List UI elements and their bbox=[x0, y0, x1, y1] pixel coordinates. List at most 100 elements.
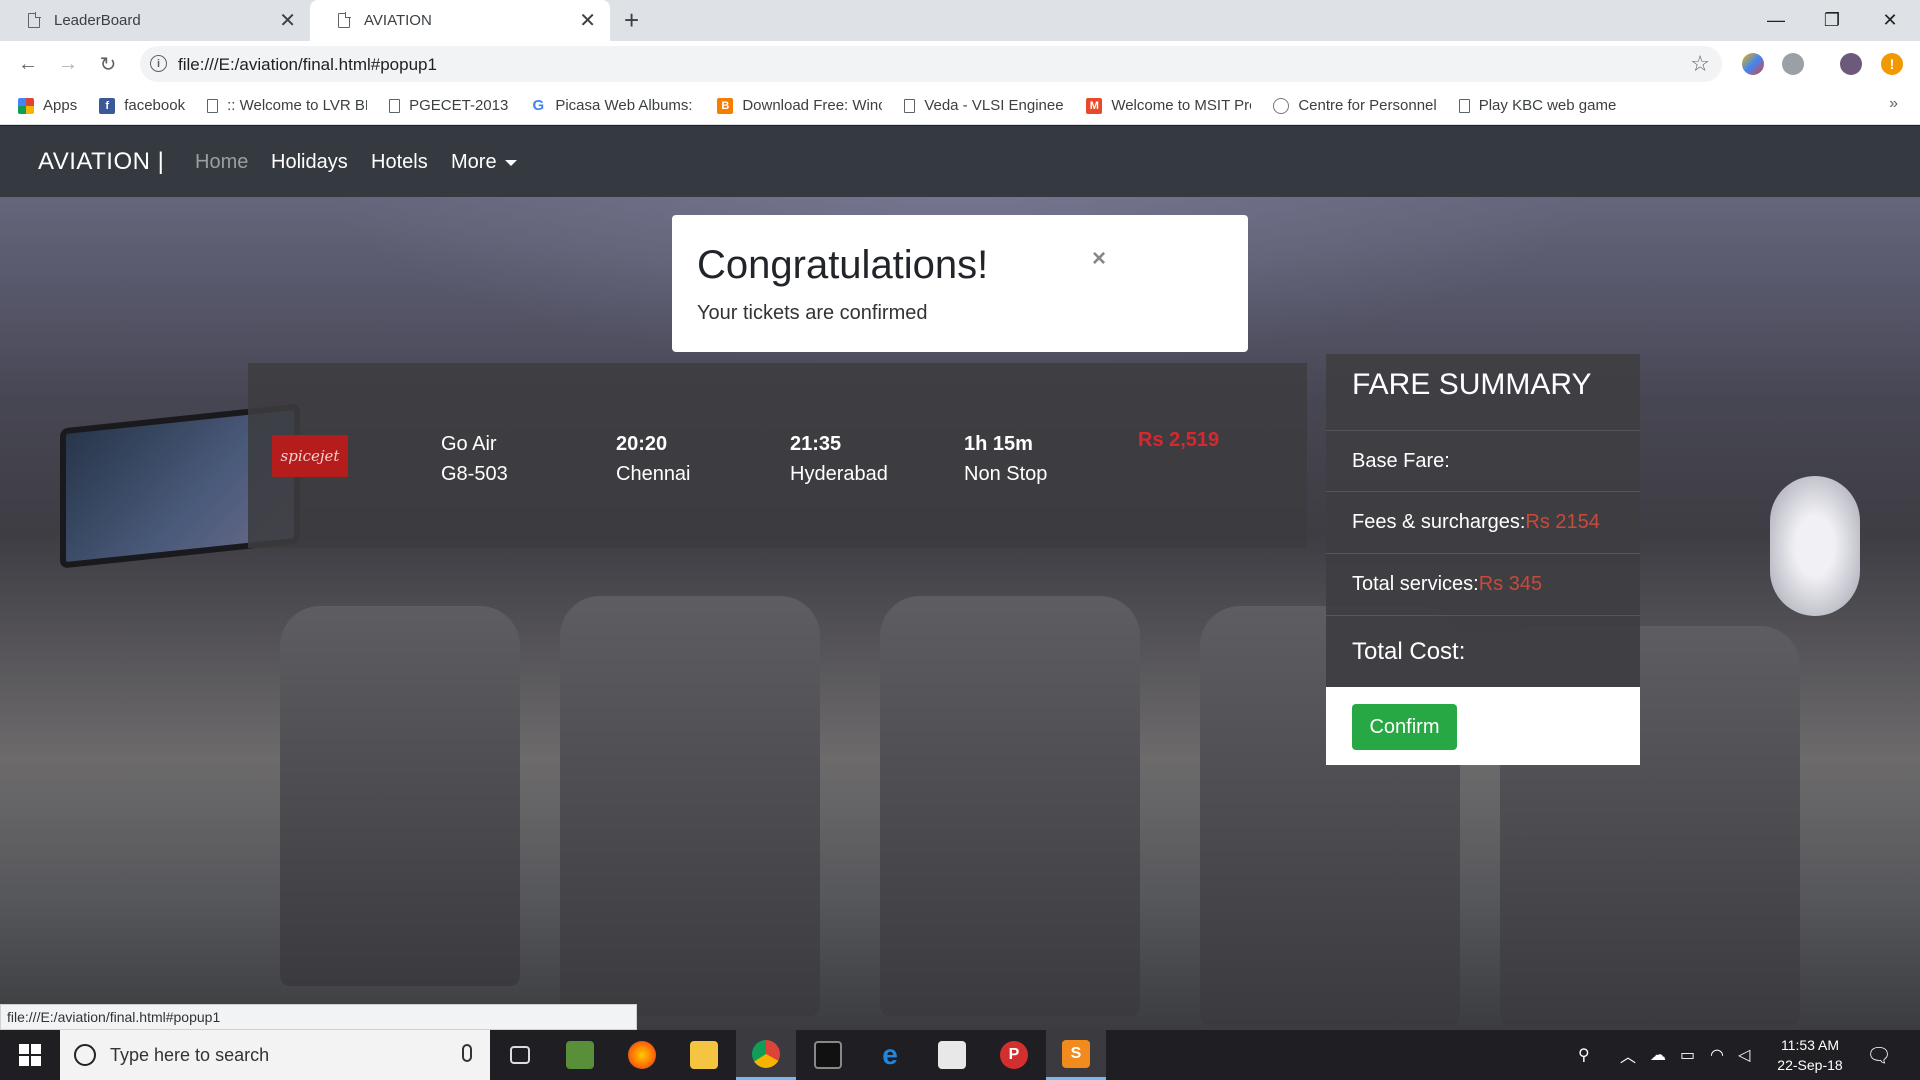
base-fare-label: Base Fare: bbox=[1352, 449, 1450, 472]
flight-stops: Non Stop bbox=[964, 463, 1048, 485]
background-seat bbox=[280, 606, 520, 986]
bookmark-centre[interactable]: Centre for Personnel bbox=[1273, 97, 1437, 114]
settings-gear-icon[interactable] bbox=[1782, 53, 1804, 75]
bookmark-lvr[interactable]: :: Welcome to LVR BR bbox=[207, 97, 367, 114]
restore-icon[interactable]: ❐ bbox=[1804, 0, 1860, 41]
arrival-info: 21:35 Hyderabad bbox=[790, 429, 888, 489]
popup-message: Your tickets are confirmed bbox=[697, 302, 928, 324]
sublime-text-icon[interactable]: S bbox=[1046, 1030, 1106, 1080]
document-icon bbox=[338, 12, 351, 28]
bookmark-star-icon[interactable]: ☆ bbox=[1690, 51, 1710, 77]
fare-summary-title: FARE SUMMARY bbox=[1352, 368, 1592, 401]
airline-logo: spicejet bbox=[272, 435, 348, 477]
airline-info: Go Air G8-503 bbox=[441, 429, 508, 489]
close-tab-icon[interactable]: ✕ bbox=[279, 11, 296, 31]
fees-value: Rs 2154 bbox=[1525, 511, 1600, 533]
bookmark-kbc[interactable]: Play KBC web game o bbox=[1458, 97, 1619, 114]
confirm-button[interactable]: Confirm bbox=[1352, 704, 1457, 750]
cortana-icon bbox=[74, 1044, 96, 1066]
wifi-icon[interactable]: ◠ bbox=[1710, 1030, 1724, 1080]
people-icon[interactable]: ⚲ bbox=[1578, 1030, 1590, 1080]
bookmark-veda[interactable]: Veda - VLSI Engineer bbox=[904, 97, 1064, 114]
url-text[interactable]: file:///E:/aviation/final.html#popup1 bbox=[178, 55, 437, 75]
taskbar-clock[interactable]: 11:53 AM 22-Sep-18 bbox=[1760, 1035, 1860, 1075]
firefox-icon[interactable] bbox=[612, 1030, 672, 1080]
new-tab-button[interactable]: + bbox=[624, 6, 639, 34]
minimize-icon[interactable]: — bbox=[1748, 0, 1804, 41]
task-view-icon[interactable] bbox=[490, 1030, 550, 1080]
tab-title: AVIATION bbox=[364, 12, 432, 29]
airline-name: Go Air bbox=[441, 433, 497, 455]
bookmark-pgecet[interactable]: PGECET-2013 bbox=[389, 97, 508, 114]
battery-icon[interactable]: ▭ bbox=[1680, 1030, 1695, 1080]
document-app-icon[interactable] bbox=[922, 1030, 982, 1080]
services-value: Rs 345 bbox=[1478, 573, 1543, 595]
background-seat bbox=[880, 596, 1140, 1016]
nav-hotels[interactable]: Hotels bbox=[371, 151, 428, 174]
total-cost-row: Total Cost: bbox=[1326, 615, 1640, 687]
facebook-icon: f bbox=[99, 97, 116, 114]
nav-holidays[interactable]: Holidays bbox=[271, 151, 348, 174]
close-icon[interactable]: × bbox=[1092, 245, 1106, 273]
caret-down-icon bbox=[504, 159, 517, 166]
clock-date: 22-Sep-18 bbox=[1777, 1057, 1843, 1073]
windows-logo-icon bbox=[19, 1044, 41, 1066]
address-bar[interactable]: i file:///E:/aviation/final.html#popup1 … bbox=[140, 46, 1722, 82]
site-brand[interactable]: AVIATION | bbox=[38, 148, 164, 176]
blogger-icon: B bbox=[717, 97, 734, 114]
bookmark-download-free[interactable]: B Download Free: Winc bbox=[717, 97, 882, 114]
image-app-icon[interactable] bbox=[550, 1030, 610, 1080]
info-icon[interactable]: i bbox=[150, 55, 167, 72]
onedrive-icon[interactable]: ☁ bbox=[1650, 1030, 1666, 1080]
file-explorer-icon[interactable] bbox=[674, 1030, 734, 1080]
nav-home[interactable]: Home bbox=[195, 151, 248, 174]
nav-more-dropdown[interactable]: More bbox=[451, 151, 517, 174]
arrival-time: 21:35 bbox=[790, 433, 842, 455]
bookmark-apps[interactable]: Apps bbox=[18, 97, 77, 114]
update-alert-icon[interactable]: ! bbox=[1881, 53, 1903, 75]
departure-city: Chennai bbox=[616, 463, 691, 485]
show-hidden-icons[interactable]: ︿ bbox=[1620, 1030, 1636, 1080]
profile-avatar[interactable] bbox=[1840, 53, 1862, 75]
arrival-city: Hyderabad bbox=[790, 463, 888, 485]
action-center-icon[interactable]: 🗨 bbox=[1864, 1040, 1894, 1070]
extension-icon[interactable] bbox=[1742, 53, 1764, 75]
duration-info: 1h 15m Non Stop bbox=[964, 429, 1047, 489]
apps-grid-icon bbox=[18, 97, 34, 114]
flight-number: G8-503 bbox=[441, 463, 508, 485]
close-window-icon[interactable]: ✕ bbox=[1862, 0, 1918, 41]
bookmark-picasa[interactable]: G Picasa Web Albums: ( bbox=[530, 97, 695, 114]
confirmation-popup: Congratulations! Your tickets are confir… bbox=[672, 215, 1248, 352]
tab-aviation[interactable]: AVIATION ✕ bbox=[310, 0, 610, 41]
document-icon bbox=[1458, 98, 1470, 113]
volume-icon[interactable]: ◁ bbox=[1738, 1030, 1750, 1080]
background-cabin-window bbox=[1770, 476, 1860, 616]
edge-icon[interactable]: e bbox=[860, 1030, 920, 1080]
services-label: Total services: bbox=[1352, 573, 1479, 595]
fare-summary-panel: FARE SUMMARY Base Fare: Fees & surcharge… bbox=[1326, 354, 1640, 765]
document-icon bbox=[904, 98, 916, 113]
services-row: Total services: Rs 345 bbox=[1326, 553, 1640, 615]
search-placeholder: Type here to search bbox=[110, 1044, 270, 1065]
more-bookmarks-icon[interactable]: » bbox=[1889, 95, 1898, 113]
reload-icon[interactable]: ↻ bbox=[94, 50, 122, 78]
base-fare-row: Base Fare: bbox=[1326, 430, 1640, 491]
close-tab-icon[interactable]: ✕ bbox=[579, 11, 596, 31]
p-app-icon[interactable]: P bbox=[984, 1030, 1044, 1080]
departure-info: 20:20 Chennai bbox=[616, 429, 691, 489]
bookmark-msit[interactable]: M Welcome to MSIT Prc bbox=[1086, 97, 1251, 114]
bookmark-facebook[interactable]: f facebook bbox=[99, 97, 185, 114]
forward-icon[interactable]: → bbox=[54, 50, 82, 78]
chrome-icon[interactable] bbox=[736, 1030, 796, 1080]
taskbar-search[interactable]: Type here to search bbox=[60, 1030, 490, 1080]
clock-time: 11:53 AM bbox=[1780, 1037, 1840, 1053]
page-viewport: AVIATION | Home Holidays Hotels More spi… bbox=[0, 126, 1920, 1030]
popup-title: Congratulations! bbox=[697, 243, 989, 287]
total-cost-label: Total Cost: bbox=[1352, 637, 1466, 665]
document-icon bbox=[389, 98, 401, 113]
microphone-icon[interactable] bbox=[462, 1044, 472, 1062]
back-icon[interactable]: ← bbox=[14, 50, 42, 78]
terminal-icon[interactable] bbox=[798, 1030, 858, 1080]
tab-leaderboard[interactable]: LeaderBoard ✕ bbox=[0, 0, 310, 41]
start-button[interactable] bbox=[0, 1030, 60, 1080]
